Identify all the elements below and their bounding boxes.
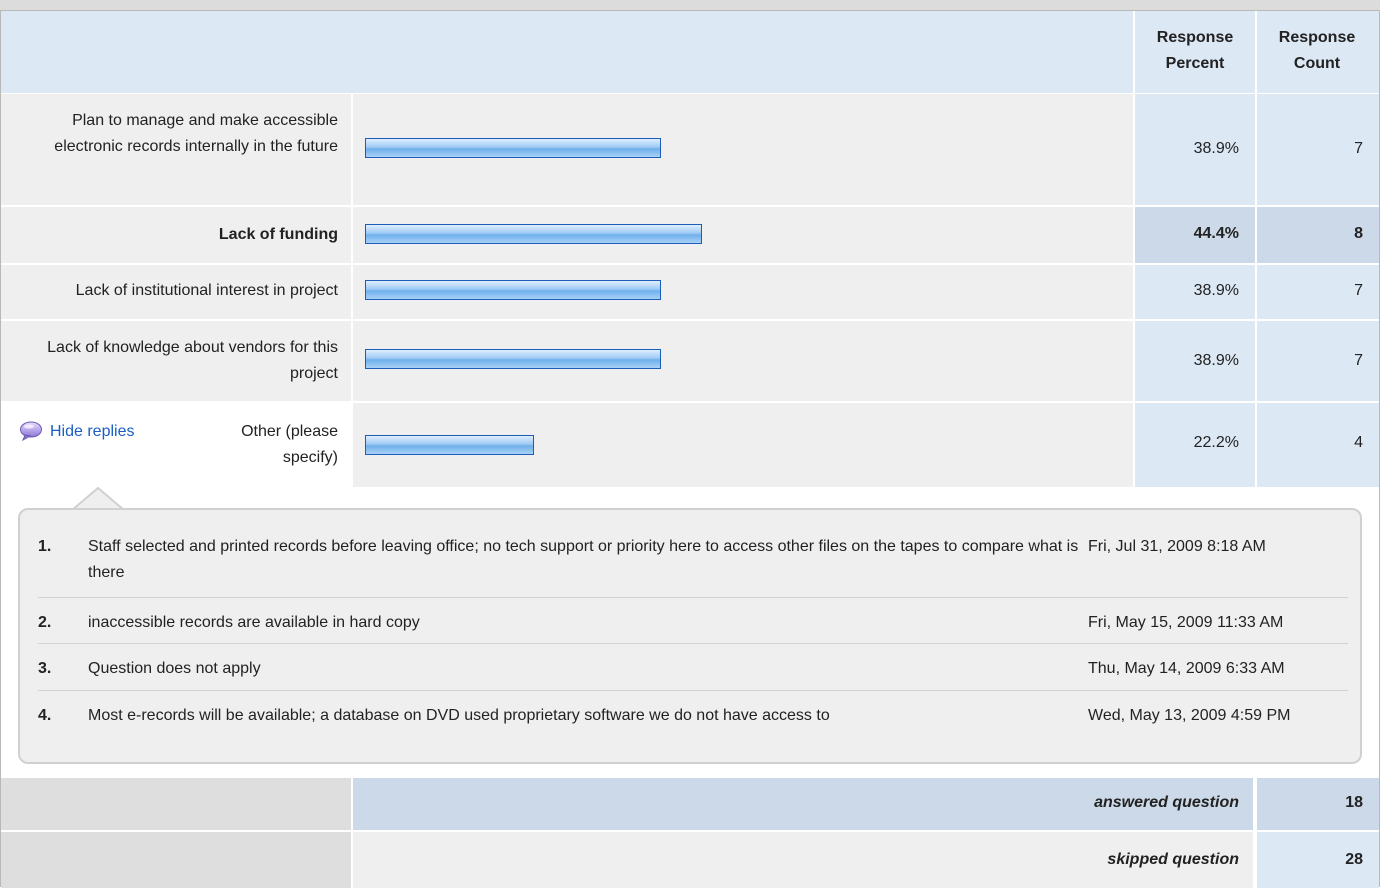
- answered-question-count: 18: [1345, 794, 1363, 811]
- row-label: Plan to manage and make accessible elect…: [54, 112, 338, 155]
- summary-row: [1, 832, 351, 888]
- replies-panel: 1. Staff selected and printed records be…: [18, 508, 1362, 764]
- hide-replies-link[interactable]: Hide replies: [50, 419, 134, 445]
- reply-divider: [38, 690, 1348, 691]
- reply-divider: [38, 597, 1348, 598]
- row-label: Lack of funding: [218, 226, 338, 243]
- reply-date: Wed, May 13, 2009 4:59 PM: [1088, 707, 1291, 724]
- reply-number: 3.: [38, 660, 52, 677]
- reply-date: Thu, May 14, 2009 6:33 AM: [1088, 660, 1285, 677]
- row-label: Lack of institutional interest in projec…: [75, 282, 338, 299]
- row-label: Lack of knowledge about vendors for this…: [47, 339, 338, 382]
- reply-number: 2.: [38, 614, 52, 631]
- header-divider: [1133, 11, 1135, 93]
- response-count: 7: [1354, 352, 1363, 369]
- row-label: Other (please specify): [241, 423, 338, 466]
- response-percent: 44.4%: [1193, 225, 1239, 242]
- top-band: [0, 0, 1380, 10]
- skipped-question-label: skipped question: [1107, 851, 1239, 868]
- reply-date: Fri, May 15, 2009 11:33 AM: [1088, 614, 1284, 631]
- response-bar: [365, 280, 661, 300]
- response-count: 7: [1354, 140, 1363, 157]
- response-percent: 38.9%: [1193, 352, 1239, 369]
- reply-text: inaccessible records are available in ha…: [88, 614, 420, 631]
- response-count: 7: [1354, 282, 1363, 299]
- response-count: 4: [1354, 434, 1363, 451]
- reply-date: Fri, Jul 31, 2009 8:18 AM: [1088, 538, 1266, 555]
- reply-number: 4.: [38, 707, 52, 724]
- response-percent: 22.2%: [1193, 434, 1239, 451]
- reply-divider: [38, 643, 1348, 644]
- reply-text: Most e-records will be available; a data…: [88, 707, 830, 724]
- column-header-count: Response Count: [1278, 29, 1356, 72]
- speech-bubble-icon[interactable]: [19, 421, 43, 442]
- response-bar: [365, 138, 661, 158]
- answered-question-label: answered question: [1094, 794, 1239, 811]
- response-count: 8: [1354, 225, 1363, 242]
- column-header-percent: Response Percent: [1156, 29, 1234, 72]
- response-percent: 38.9%: [1193, 140, 1239, 157]
- reply-text: Question does not apply: [88, 660, 261, 677]
- response-percent: 38.9%: [1193, 282, 1239, 299]
- response-bar: [365, 435, 534, 455]
- reply-number: 1.: [38, 538, 52, 555]
- header-divider: [1255, 11, 1257, 93]
- reply-text: Staff selected and printed records befor…: [88, 538, 1079, 581]
- skipped-question-count: 28: [1345, 851, 1363, 868]
- response-bar: [365, 349, 661, 369]
- response-bar: [365, 224, 702, 244]
- summary-row: [1, 778, 351, 830]
